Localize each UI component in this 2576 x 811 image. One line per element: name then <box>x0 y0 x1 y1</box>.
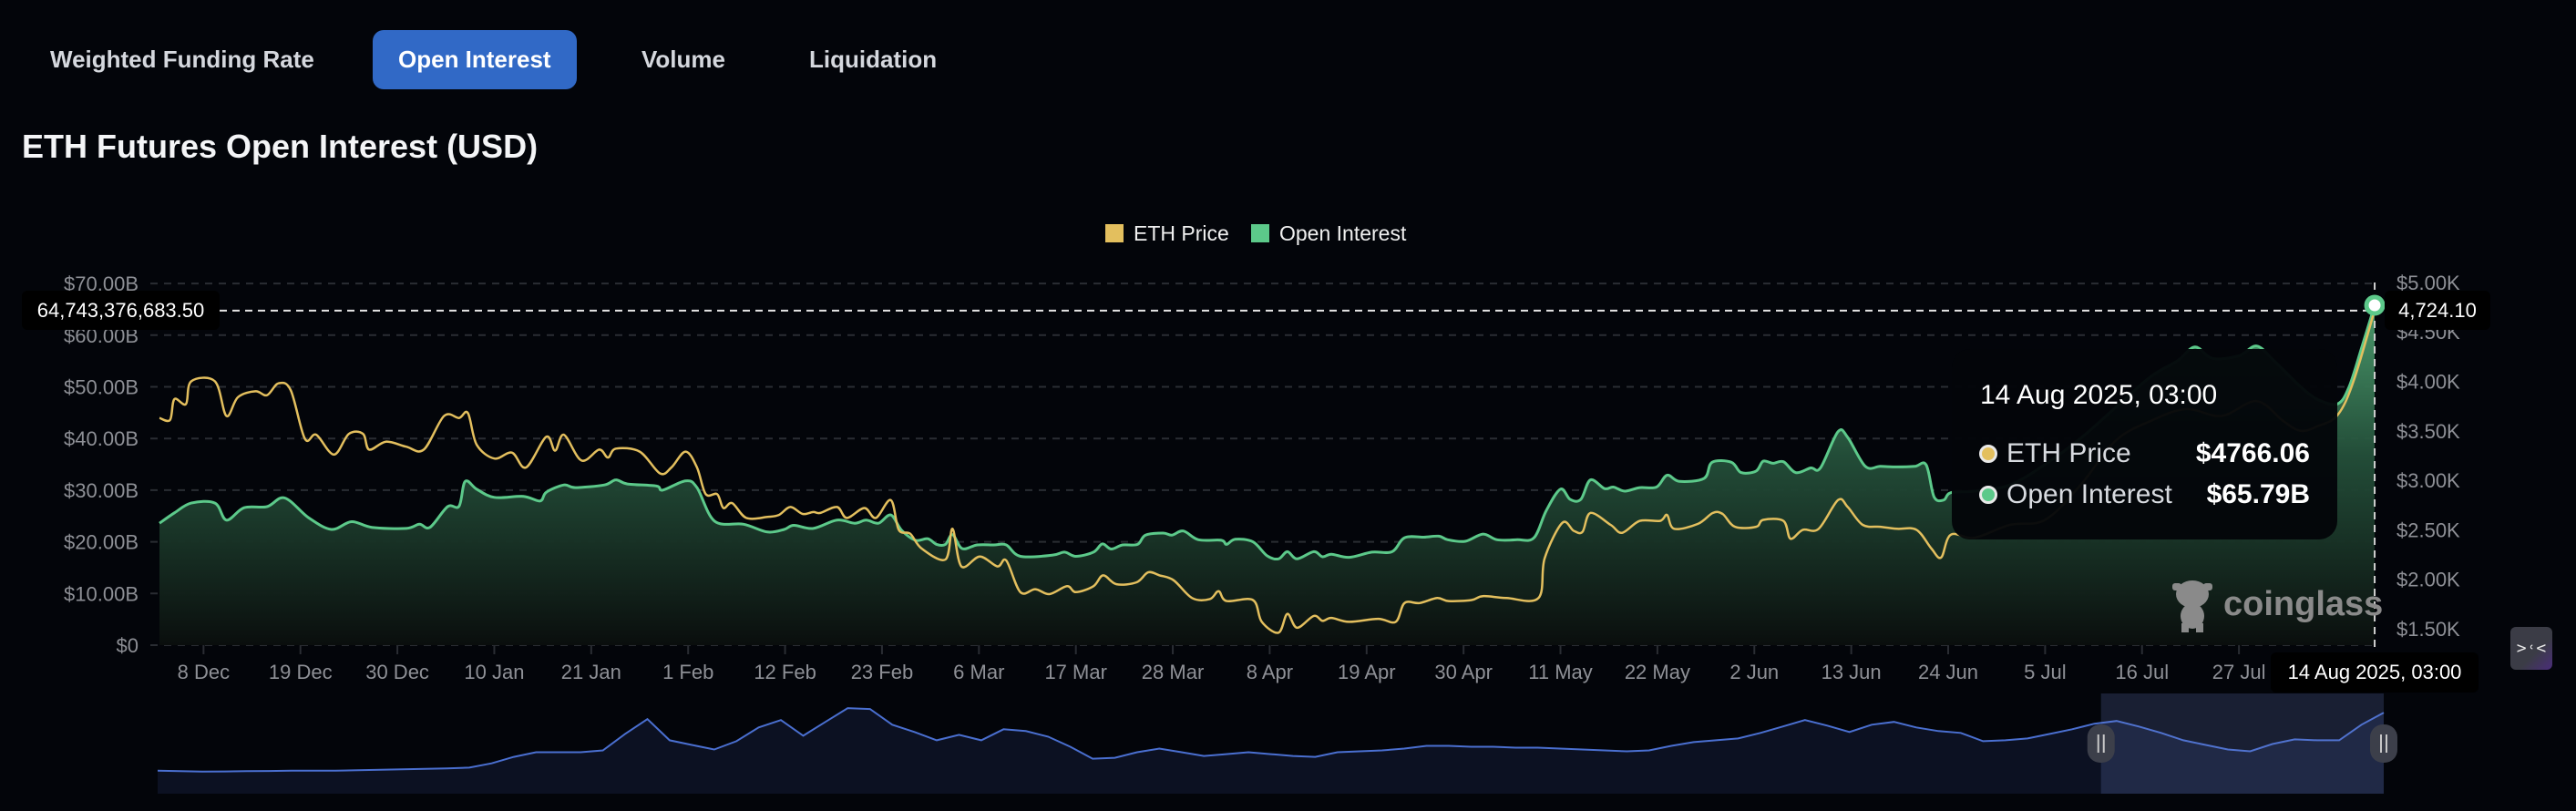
x-axis-tick-label: 19 Apr <box>1338 661 1396 683</box>
right-axis-tick-label: $1.50K <box>2396 618 2460 641</box>
tooltip-label: ETH Price <box>2006 438 2131 468</box>
watermark-text: coinglass <box>2223 584 2384 623</box>
x-axis-tick-label: 8 Dec <box>178 661 230 683</box>
x-axis-tick-label: 8 Apr <box>1247 661 1293 683</box>
tooltip-row-open-interest: Open Interest $65.79B <box>1979 478 2310 511</box>
collapse-face-icon[interactable]: >˓< <box>2510 627 2552 670</box>
right-axis-tick-label: $3.50K <box>2396 420 2460 443</box>
x-axis-tick-label: 17 Mar <box>1044 661 1106 683</box>
crosshair-date: 14 Aug 2025, 03:00 <box>2271 652 2479 693</box>
navigator-selection[interactable] <box>2100 693 2384 794</box>
x-axis-tick-label: 30 Apr <box>1434 661 1493 683</box>
x-axis-tick-label: 6 Mar <box>953 661 1004 683</box>
open-interest-dot-icon <box>1979 486 1997 504</box>
crosshair-left-value: 64,743,376,683.50 <box>22 291 220 330</box>
x-axis-tick-label: 30 Dec <box>365 661 429 683</box>
navigator-handle-right[interactable] <box>2370 724 2397 763</box>
left-axis-tick-label: $20.00B <box>64 531 139 554</box>
x-axis-tick-label: 21 Jan <box>561 661 621 683</box>
left-axis-tick-label: $50.00B <box>64 376 139 399</box>
tooltip-date: 14 Aug 2025, 03:00 <box>1980 380 2218 410</box>
navigator-handle-left[interactable] <box>2087 724 2115 763</box>
coinglass-watermark: coinglass <box>2169 576 2383 632</box>
hover-point-marker <box>2364 294 2386 316</box>
x-axis-tick-label: 28 Mar <box>1142 661 1204 683</box>
left-axis-tick-label: $10.00B <box>64 582 139 605</box>
x-axis-tick-label: 19 Dec <box>269 661 333 683</box>
x-axis-tick-label: 2 Jun <box>1729 661 1779 683</box>
tooltip-value: $4766.06 <box>2195 438 2310 468</box>
left-axis: $0$10.00B$20.00B$30.00B$40.00B$50.00B$60… <box>64 272 139 657</box>
handle-grip[interactable] <box>2087 724 2115 763</box>
chart-tooltip: 14 Aug 2025, 03:00 ETH Price $4766.06 Op… <box>1952 349 2337 539</box>
x-axis-tick-label: 22 May <box>1625 661 1690 683</box>
right-axis-tick-label: $3.00K <box>2396 469 2460 492</box>
left-axis-tick-label: $30.00B <box>64 479 139 502</box>
x-axis-tick-label: 11 May <box>1528 661 1593 683</box>
x-axis-tick-label: 23 Feb <box>851 661 914 683</box>
tooltip-value: $65.79B <box>2206 479 2310 509</box>
left-axis-tick-label: $40.00B <box>64 427 139 450</box>
right-axis-tick-label: $2.50K <box>2396 518 2460 541</box>
x-axis-tick-label: 12 Feb <box>754 661 816 683</box>
x-axis-tick-label: 27 Jul <box>2212 661 2266 683</box>
crosshair-right-value: 4,724.10 <box>2385 291 2490 330</box>
x-axis: 8 Dec 19 Dec 30 Dec 10 Jan 21 Jan 1 Feb 12 Feb… <box>178 645 2266 683</box>
tooltip-row-eth-price: ETH Price $4766.06 <box>1979 437 2310 470</box>
tooltip-label: Open Interest <box>2006 479 2172 509</box>
navigator[interactable] <box>157 693 2397 794</box>
x-axis-tick-label: 1 Feb <box>662 661 713 683</box>
x-axis-tick-label: 13 Jun <box>1822 661 1882 683</box>
left-axis-tick-label: $0 <box>117 634 139 657</box>
x-axis-tick-label: 10 Jan <box>464 661 524 683</box>
x-axis-tick-label: 24 Jun <box>1918 661 1978 683</box>
x-axis-tick-label: 5 Jul <box>2024 661 2066 683</box>
coinglass-logo-icon <box>2172 580 2212 632</box>
x-axis-tick-label: 16 Jul <box>2115 661 2169 683</box>
right-axis-tick-label: $2.00K <box>2396 569 2460 591</box>
handle-grip[interactable] <box>2370 724 2397 763</box>
right-axis-tick-label: $4.00K <box>2396 371 2460 394</box>
eth-price-dot-icon <box>1979 445 1997 463</box>
